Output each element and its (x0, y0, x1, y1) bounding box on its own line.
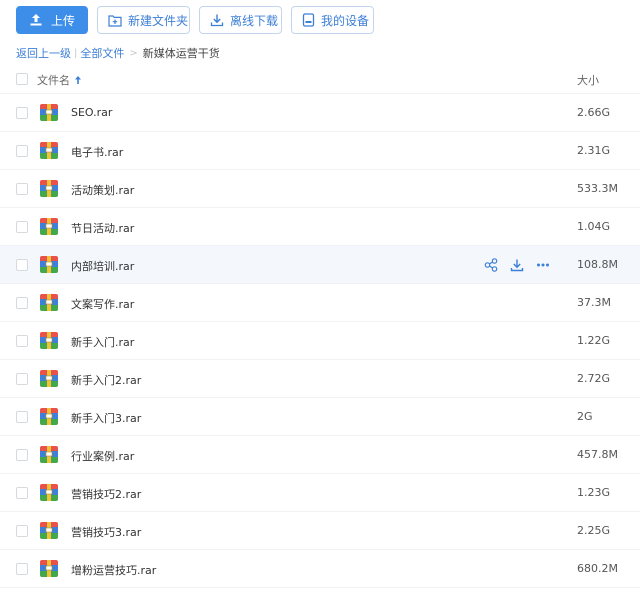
file-name[interactable]: 内部培训.rar (71, 258, 134, 274)
file-row[interactable]: 新手入门2.rar 2.72G (0, 360, 640, 398)
rar-archive-icon (40, 104, 58, 121)
upload-label: 上传 (50, 13, 75, 28)
file-row[interactable]: 电子书.rar 2.31G (0, 132, 640, 170)
file-row[interactable]: 新手入门3.rar 2G (0, 398, 640, 436)
file-checkbox[interactable] (16, 373, 28, 385)
rar-archive-icon (40, 142, 58, 159)
file-name[interactable]: SEO.rar (71, 106, 112, 119)
file-row[interactable]: 营销技巧2.rar 1.23G (0, 474, 640, 512)
file-size: 533.3M (577, 182, 618, 195)
file-checkbox[interactable] (16, 449, 28, 461)
rar-archive-icon (40, 484, 58, 501)
rar-archive-icon (40, 446, 58, 463)
file-checkbox[interactable] (16, 107, 28, 119)
breadcrumb-separator: > (129, 47, 138, 59)
new-folder-label: 新建文件夹 (128, 13, 189, 28)
file-size: 37.3M (577, 296, 611, 309)
rar-archive-icon (40, 408, 58, 425)
file-list-header: 文件名 大小 (0, 64, 640, 94)
file-size: 680.2M (577, 562, 618, 575)
rar-archive-icon (40, 256, 58, 273)
file-size: 2.25G (577, 524, 611, 537)
file-row[interactable]: 行业案例.rar 457.8M (0, 436, 640, 474)
file-size: 1.04G (577, 220, 611, 233)
file-name[interactable]: 节日活动.rar (71, 220, 134, 236)
file-size: 1.23G (577, 486, 611, 499)
file-checkbox[interactable] (16, 297, 28, 309)
row-actions (484, 258, 562, 272)
file-checkbox[interactable] (16, 259, 28, 271)
file-name[interactable]: 活动策划.rar (71, 182, 134, 198)
file-name[interactable]: 新手入门2.rar (71, 372, 141, 388)
name-column-header[interactable]: 文件名 (37, 72, 82, 88)
file-row[interactable]: 节日活动.rar 1.04G (0, 208, 640, 246)
file-row[interactable]: 营销技巧3.rar 2.25G (0, 512, 640, 550)
file-name[interactable]: 文案写作.rar (71, 296, 134, 312)
file-row[interactable]: 活动策划.rar 533.3M (0, 170, 640, 208)
file-name[interactable]: 行业案例.rar (71, 448, 134, 464)
file-checkbox[interactable] (16, 487, 28, 499)
file-checkbox[interactable] (16, 525, 28, 537)
all-files-link[interactable]: 全部文件 (80, 45, 124, 61)
rar-archive-icon (40, 294, 58, 311)
file-checkbox[interactable] (16, 335, 28, 347)
breadcrumb-divider: | (74, 47, 78, 59)
size-column-header[interactable]: 大小 (577, 72, 599, 88)
more-icon[interactable] (536, 258, 550, 272)
file-checkbox[interactable] (16, 183, 28, 195)
sort-asc-icon[interactable] (74, 75, 82, 85)
file-name[interactable]: 营销技巧3.rar (71, 524, 141, 540)
file-name[interactable]: 新手入门.rar (71, 334, 134, 350)
offline-download-label: 离线下载 (230, 13, 279, 28)
file-checkbox[interactable] (16, 145, 28, 157)
my-devices-button[interactable]: 我的设备 (291, 6, 374, 34)
file-size: 108.8M (577, 258, 618, 271)
file-row[interactable]: 新手入门.rar 1.22G (0, 322, 640, 360)
file-row[interactable]: SEO.rar 2.66G (0, 94, 640, 132)
breadcrumb-current: 新媒体运营干货 (142, 47, 220, 60)
toolbar: 上传 新建文件夹 离线下载 我的设备 (0, 0, 640, 44)
upload-icon (29, 13, 43, 27)
file-size: 2G (577, 410, 593, 423)
download-icon[interactable] (510, 258, 524, 272)
rar-archive-icon (40, 180, 58, 197)
download-icon (210, 13, 224, 27)
file-size: 2.66G (577, 106, 611, 119)
file-checkbox[interactable] (16, 411, 28, 423)
name-column-label: 文件名 (37, 74, 70, 87)
rar-archive-icon (40, 332, 58, 349)
my-devices-label: 我的设备 (321, 13, 370, 28)
rar-archive-icon (40, 218, 58, 235)
file-row[interactable]: 内部培训.rar 108.8M (0, 246, 640, 284)
file-row[interactable]: 文案写作.rar 37.3M (0, 284, 640, 322)
file-name[interactable]: 增粉运营技巧.rar (71, 562, 156, 578)
device-icon (302, 13, 315, 27)
file-row[interactable]: 增粉运营技巧.rar 680.2M (0, 550, 640, 588)
select-all-checkbox[interactable] (16, 73, 28, 85)
upload-button[interactable]: 上传 (16, 6, 88, 34)
file-name[interactable]: 营销技巧2.rar (71, 486, 141, 502)
file-size: 457.8M (577, 448, 618, 461)
offline-download-button[interactable]: 离线下载 (199, 6, 282, 34)
file-name[interactable]: 新手入门3.rar (71, 410, 141, 426)
file-checkbox[interactable] (16, 563, 28, 575)
file-size: 2.31G (577, 144, 611, 157)
folder-plus-icon (108, 14, 122, 27)
back-link[interactable]: 返回上一级 (16, 45, 71, 61)
file-name[interactable]: 电子书.rar (71, 144, 123, 160)
share-icon[interactable] (484, 258, 498, 272)
file-list: SEO.rar 2.66G 电子书.rar 2.31G 活动策划.rar 533… (0, 94, 640, 588)
new-folder-button[interactable]: 新建文件夹 (97, 6, 190, 34)
file-size: 1.22G (577, 334, 611, 347)
file-checkbox[interactable] (16, 221, 28, 233)
rar-archive-icon (40, 560, 58, 577)
breadcrumb: 返回上一级 | 全部文件 > 新媒体运营干货 (16, 45, 220, 61)
rar-archive-icon (40, 370, 58, 387)
file-size: 2.72G (577, 372, 611, 385)
rar-archive-icon (40, 522, 58, 539)
